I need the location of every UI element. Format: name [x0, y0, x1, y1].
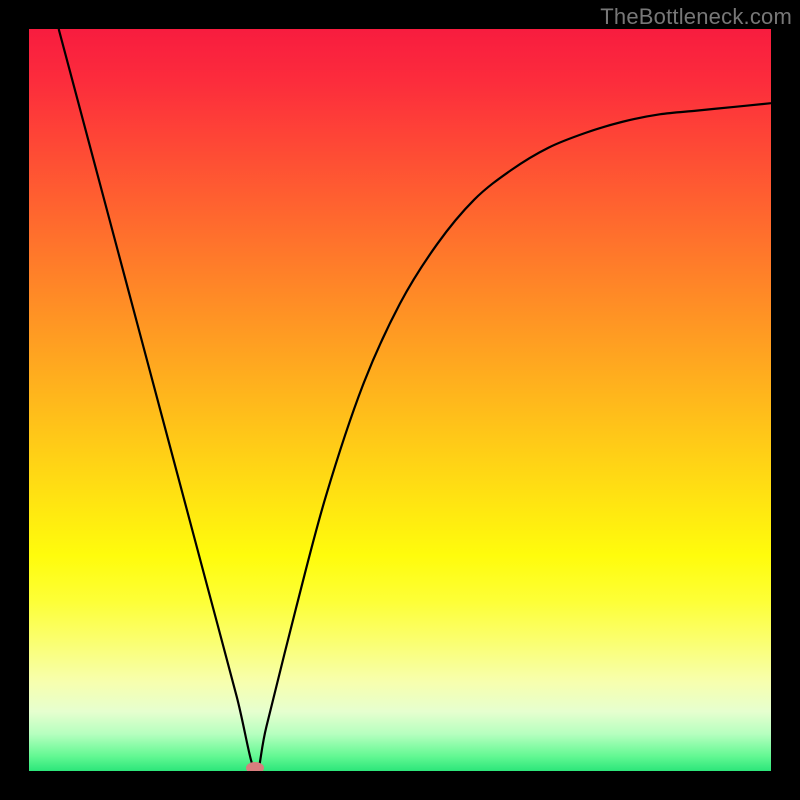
plot-area: [29, 29, 771, 771]
minimum-marker: [246, 762, 264, 771]
chart-container: TheBottleneck.com: [0, 0, 800, 800]
bottleneck-curve: [29, 29, 771, 771]
watermark-text: TheBottleneck.com: [600, 4, 792, 30]
